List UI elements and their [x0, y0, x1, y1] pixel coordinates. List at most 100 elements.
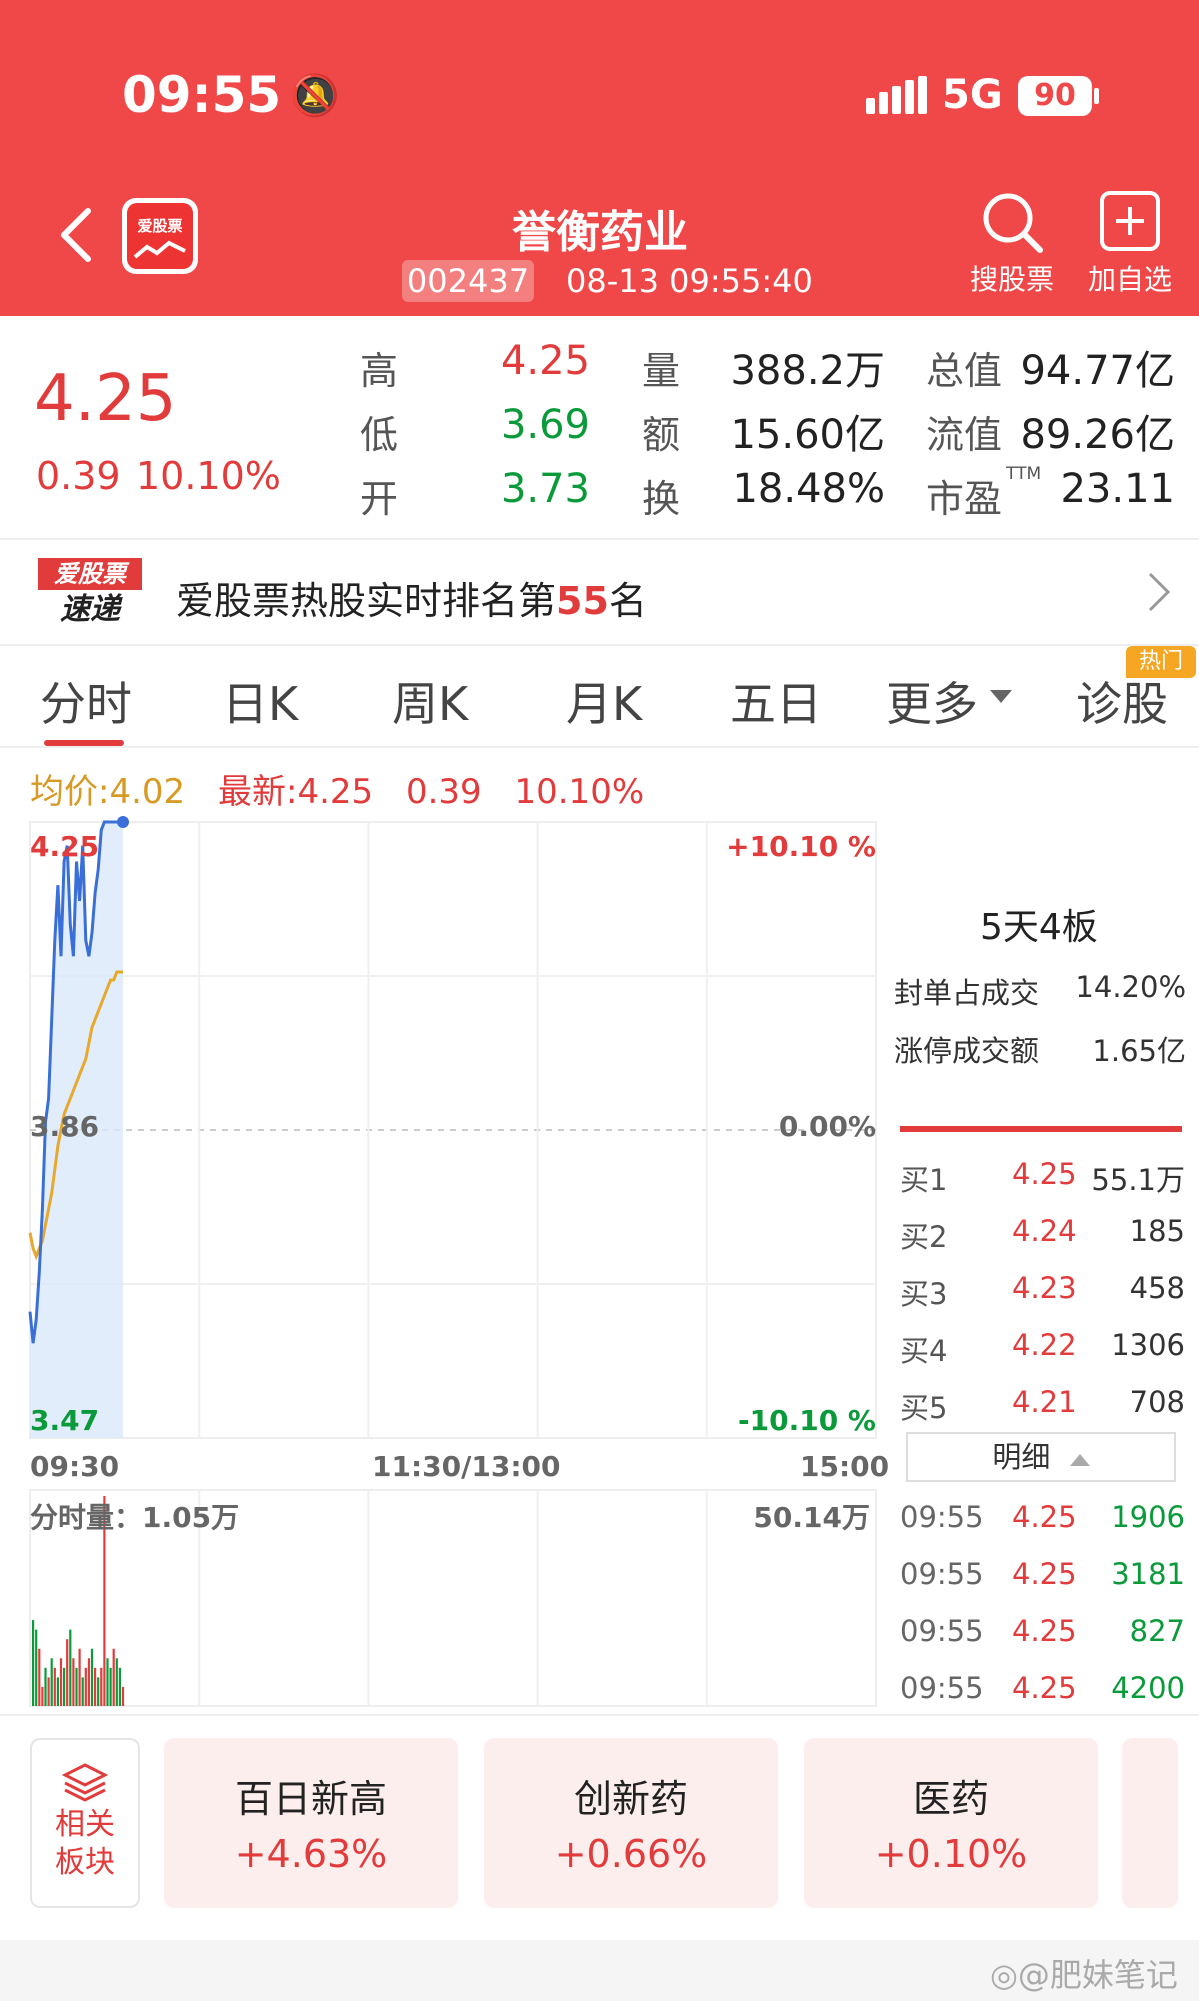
volume-bar	[38, 1648, 41, 1706]
stock-code: 002437	[402, 260, 534, 302]
x-label-mid: 11:30/13:00	[372, 1450, 561, 1483]
sector-change: +4.63%	[234, 1832, 388, 1876]
search-stock-button[interactable]: 搜股票	[962, 190, 1062, 300]
y-label-bottom: 3.47	[30, 1404, 100, 1437]
divider	[0, 746, 1199, 748]
caret-down-icon	[990, 690, 1012, 703]
bid-volume: 458	[1129, 1271, 1185, 1305]
sector-card[interactable]: 医药 +0.10%	[804, 1738, 1098, 1908]
volume-bar	[112, 1648, 115, 1706]
open-label: 开	[360, 477, 399, 521]
volume-bar	[50, 1658, 53, 1706]
tab-daily-k[interactable]: 日K	[222, 668, 298, 734]
trade-price: 4.25	[1012, 1614, 1077, 1648]
trade-row: 09:55 4.25 1906	[900, 1500, 1185, 1557]
trade-volume: 4200	[1111, 1671, 1185, 1705]
banner-text: 爱股票热股实时排名第55名	[176, 570, 647, 625]
quote-datetime: 08-13 09:55:40	[566, 262, 813, 300]
ttm-label: TTM	[1006, 464, 1042, 484]
divider	[0, 1714, 1199, 1716]
volume-value: 388.2万	[730, 348, 885, 394]
pe-value: 23.11	[1060, 466, 1175, 512]
seal-ratio-label: 封单占成交	[894, 976, 1040, 1010]
latest-price-dot	[117, 816, 129, 828]
market-cap-label: 总值	[926, 349, 1003, 393]
volume-label: 量	[642, 349, 681, 393]
volume-bar	[121, 1686, 125, 1706]
related-sectors-button[interactable]: 相关 板块	[30, 1738, 140, 1908]
limit-amount-label: 涨停成交额	[894, 1034, 1040, 1068]
orderbook-row: 买1 4.25 55.1万	[900, 1157, 1185, 1214]
volume-bar	[32, 1620, 35, 1706]
search-icon	[983, 193, 1043, 253]
logo-chart-icon	[133, 240, 186, 259]
trade-time: 09:55	[900, 1500, 984, 1534]
y-label-top: 4.25	[30, 830, 100, 863]
layers-icon	[61, 1763, 109, 1802]
orderbook-row: 买3 4.23 458	[900, 1271, 1185, 1328]
volume-bar	[109, 1667, 112, 1706]
banner-rank: 55	[556, 579, 609, 623]
volume-bar	[87, 1658, 90, 1706]
intraday-chart[interactable]	[0, 800, 890, 1710]
sector-name: 百日新高	[234, 1777, 387, 1821]
volume-bar	[69, 1629, 72, 1706]
network-label: 5G	[942, 72, 1003, 118]
sector-card-partial[interactable]	[1122, 1738, 1178, 1908]
sector-card[interactable]: 创新药 +0.66%	[484, 1738, 778, 1908]
add-watchlist-button[interactable]: 加自选	[1080, 190, 1180, 300]
volume-bar	[90, 1648, 94, 1706]
tab-weekly-k[interactable]: 周K	[392, 668, 468, 734]
volume-bar	[44, 1667, 47, 1706]
related-line1: 相关	[55, 1807, 115, 1842]
tab-intraday[interactable]: 分时	[40, 668, 132, 734]
detail-toggle[interactable]: 明细	[906, 1432, 1176, 1482]
bid-price: 4.21	[1012, 1385, 1077, 1419]
mute-icon: 🔕	[290, 73, 340, 119]
caret-up-icon	[1069, 1454, 1090, 1466]
trade-volume: 827	[1129, 1614, 1185, 1648]
hot-rank-banner[interactable]: 爱股票 速递 爱股票热股实时排名第55名	[0, 540, 1199, 644]
battery-level: 90	[1034, 78, 1076, 113]
volume-bar	[66, 1639, 69, 1706]
detail-label: 明细	[992, 1440, 1051, 1474]
low-value: 3.69	[500, 402, 590, 448]
bid-price: 4.25	[1012, 1157, 1077, 1191]
tab-more[interactable]: 更多	[886, 668, 978, 734]
add-label: 加自选	[1087, 263, 1172, 296]
volume-bar	[115, 1658, 118, 1706]
y-label-mid: 3.86	[30, 1110, 100, 1143]
logo-text: 爱股票	[137, 217, 183, 235]
banner-text-a: 爱股票热股实时排名第	[176, 579, 557, 623]
high-label: 高	[360, 349, 399, 393]
amount-label: 额	[642, 413, 681, 457]
sector-card[interactable]: 百日新高 +4.63%	[164, 1738, 458, 1908]
orderbook-row: 买2 4.24 185	[900, 1214, 1185, 1271]
trade-volume: 1906	[1111, 1500, 1185, 1534]
trade-volume: 3181	[1111, 1557, 1185, 1591]
bid-volume: 1306	[1111, 1328, 1185, 1362]
volume-bar	[56, 1677, 59, 1706]
volume-bar	[47, 1677, 50, 1706]
bid-level-label: 买4	[900, 1334, 948, 1368]
bid-level-label: 买5	[900, 1391, 948, 1425]
tab-five-day[interactable]: 五日	[730, 668, 822, 734]
volume-bar	[35, 1629, 38, 1706]
bid-level-label: 买1	[900, 1163, 948, 1197]
quote-grid: 高 4.25 量 388.2万 总值 94.77亿 低 3.69 额 15.60…	[360, 336, 1180, 536]
bid-bar	[900, 1126, 1182, 1132]
volume-bar	[84, 1667, 87, 1706]
tab-monthly-k[interactable]: 月K	[566, 668, 642, 734]
status-time: 09:55	[122, 66, 282, 124]
back-button[interactable]	[56, 205, 96, 265]
stock-name: 誉衡药业	[512, 207, 688, 258]
banner-logo: 爱股票 速递	[38, 558, 142, 628]
chevron-right-icon	[1148, 572, 1171, 612]
trade-row: 09:55 4.25 3181	[900, 1557, 1185, 1614]
trade-price: 4.25	[1012, 1557, 1077, 1591]
watermark-text: @肥妹笔记	[1017, 1956, 1178, 1994]
signal-icon	[866, 76, 927, 116]
price-change-pct: 10.10%	[136, 454, 281, 498]
market-cap-value: 94.77亿	[1020, 348, 1175, 394]
volume-bar	[106, 1658, 109, 1706]
